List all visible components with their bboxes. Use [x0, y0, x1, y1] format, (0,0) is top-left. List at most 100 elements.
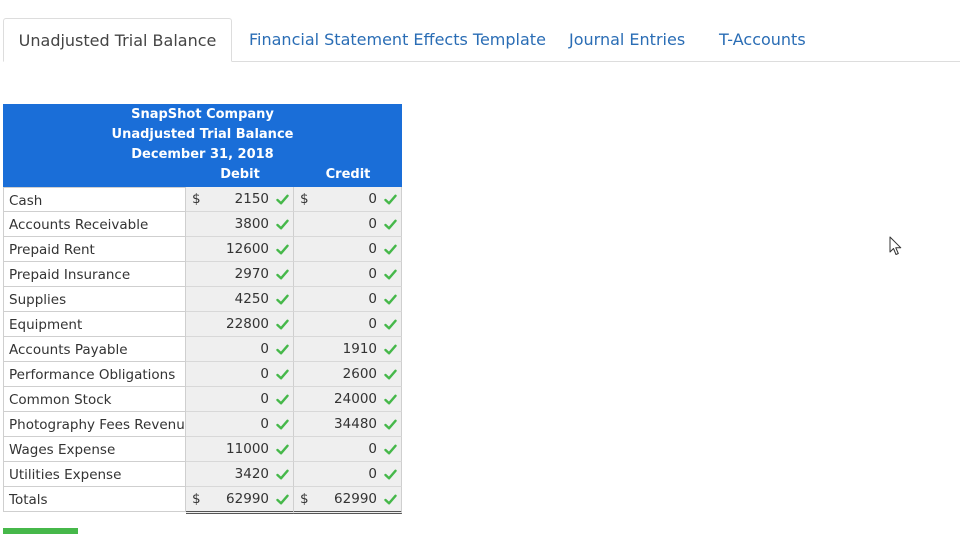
- debit-amount: 22800: [226, 316, 269, 332]
- debit-cell: $62990: [186, 487, 294, 514]
- table-row: Accounts Receivable 3800 0: [3, 212, 402, 237]
- currency-symbol: $: [300, 191, 309, 207]
- debit-cell[interactable]: 2970: [186, 262, 294, 287]
- trial-balance-rows: Cash $2150 $0 Accounts Receivable 3800 0 Prepa…: [3, 187, 402, 514]
- credit-cell[interactable]: 0: [294, 437, 402, 462]
- totals-label: Totals: [3, 487, 186, 512]
- credit-cell[interactable]: 0: [294, 312, 402, 337]
- tab-t-accounts[interactable]: T-Accounts: [719, 18, 806, 62]
- debit-amount: 11000: [226, 441, 269, 457]
- debit-cell[interactable]: 0: [186, 337, 294, 362]
- debit-cell[interactable]: 0: [186, 412, 294, 437]
- debit-cell[interactable]: 4250: [186, 287, 294, 312]
- debit-amount: 0: [260, 391, 269, 407]
- check-icon: [276, 494, 289, 505]
- check-icon: [384, 219, 397, 230]
- credit-amount: 0: [368, 191, 377, 207]
- debit-amount: 2970: [234, 266, 269, 282]
- credit-amount: 34480: [334, 416, 377, 432]
- table-row: Utilities Expense 3420 0: [3, 462, 402, 487]
- debit-cell[interactable]: 22800: [186, 312, 294, 337]
- credit-cell[interactable]: 34480: [294, 412, 402, 437]
- debit-cell[interactable]: 0: [186, 387, 294, 412]
- statement-date: December 31, 2018: [131, 147, 274, 162]
- tab-bar: Unadjusted Trial Balance Financial State…: [0, 0, 960, 62]
- table-row: Performance Obligations 0 2600: [3, 362, 402, 387]
- check-icon: [384, 294, 397, 305]
- account-name: Wages Expense: [3, 437, 186, 462]
- table-row: Prepaid Rent 12600 0: [3, 237, 402, 262]
- statement-title: Unadjusted Trial Balance: [111, 127, 294, 142]
- table-row: Common Stock 0 24000: [3, 387, 402, 412]
- credit-cell[interactable]: 0: [294, 287, 402, 312]
- company-name: SnapShot Company: [131, 107, 274, 122]
- credit-amount: 24000: [334, 391, 377, 407]
- check-icon: [276, 294, 289, 305]
- tab-journal-entries[interactable]: Journal Entries: [569, 18, 685, 62]
- credit-cell[interactable]: 0: [294, 212, 402, 237]
- credit-amount: 0: [368, 216, 377, 232]
- trial-balance-header: SnapShot Company Unadjusted Trial Balanc…: [3, 104, 402, 187]
- check-icon: [276, 369, 289, 380]
- currency-symbol: $: [192, 491, 201, 507]
- check-icon: [276, 419, 289, 430]
- debit-cell[interactable]: 12600: [186, 237, 294, 262]
- table-row: Accounts Payable 0 1910: [3, 337, 402, 362]
- tab-financial-statement-effects-template[interactable]: Financial Statement Effects Template: [249, 18, 546, 62]
- mouse-pointer-icon: [889, 236, 903, 256]
- check-icon: [384, 244, 397, 255]
- check-icon: [384, 194, 397, 205]
- check-icon: [276, 219, 289, 230]
- debit-cell[interactable]: 0: [186, 362, 294, 387]
- check-icon: [384, 419, 397, 430]
- table-row: Wages Expense 11000 0: [3, 437, 402, 462]
- account-name: Accounts Receivable: [3, 212, 186, 237]
- check-icon: [276, 244, 289, 255]
- check-icon: [384, 469, 397, 480]
- debit-cell[interactable]: $2150: [186, 187, 294, 212]
- credit-amount: 0: [368, 266, 377, 282]
- credit-cell[interactable]: 0: [294, 462, 402, 487]
- check-icon: [384, 369, 397, 380]
- debit-cell[interactable]: 11000: [186, 437, 294, 462]
- table-row: Supplies 4250 0: [3, 287, 402, 312]
- debit-amount: 0: [260, 416, 269, 432]
- submit-button[interactable]: [3, 528, 78, 534]
- debit-cell[interactable]: 3800: [186, 212, 294, 237]
- credit-cell[interactable]: 24000: [294, 387, 402, 412]
- credit-amount: 2600: [342, 366, 377, 382]
- debit-cell[interactable]: 3420: [186, 462, 294, 487]
- tab-unadjusted-trial-balance[interactable]: Unadjusted Trial Balance: [3, 18, 232, 62]
- credit-cell[interactable]: 0: [294, 237, 402, 262]
- debit-amount: 3800: [234, 216, 269, 232]
- credit-cell[interactable]: 2600: [294, 362, 402, 387]
- check-icon: [276, 269, 289, 280]
- credit-amount: 62990: [334, 491, 377, 507]
- table-row: Prepaid Insurance 2970 0: [3, 262, 402, 287]
- check-icon: [384, 444, 397, 455]
- debit-amount: 4250: [234, 291, 269, 307]
- currency-symbol: $: [300, 491, 309, 507]
- debit-amount: 3420: [234, 466, 269, 482]
- check-icon: [276, 319, 289, 330]
- credit-cell[interactable]: $0: [294, 187, 402, 212]
- debit-amount: 2150: [234, 191, 269, 207]
- account-name: Equipment: [3, 312, 186, 337]
- credit-cell[interactable]: 0: [294, 262, 402, 287]
- credit-amount: 0: [368, 441, 377, 457]
- check-icon: [276, 444, 289, 455]
- account-name: Common Stock: [3, 387, 186, 412]
- debit-column-header: Debit: [220, 167, 260, 182]
- account-name: Prepaid Insurance: [3, 262, 186, 287]
- credit-amount: 0: [368, 291, 377, 307]
- table-row: Equipment 22800 0: [3, 312, 402, 337]
- account-name: Cash: [3, 187, 186, 212]
- credit-cell: $62990: [294, 487, 402, 514]
- credit-cell[interactable]: 1910: [294, 337, 402, 362]
- totals-row: Totals $62990 $62990: [3, 487, 402, 514]
- debit-amount: 0: [260, 366, 269, 382]
- credit-amount: 0: [368, 316, 377, 332]
- check-icon: [384, 319, 397, 330]
- credit-amount: 0: [368, 466, 377, 482]
- account-name: Utilities Expense: [3, 462, 186, 487]
